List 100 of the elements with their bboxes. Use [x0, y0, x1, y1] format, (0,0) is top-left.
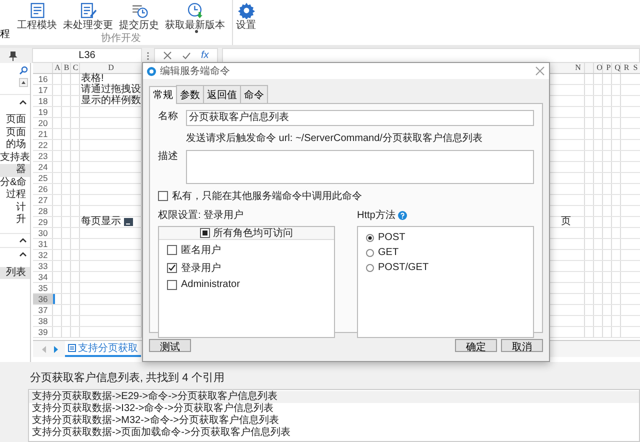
dialog-tab[interactable]: 参数: [176, 85, 204, 103]
row-number[interactable]: 39: [33, 327, 53, 337]
http-method-label: Http方法: [357, 208, 396, 222]
cell-name-box[interactable]: L36: [32, 48, 142, 63]
ribbon-button[interactable]: 工程模块: [14, 0, 60, 33]
name-field[interactable]: 分页获取客户信息列表: [186, 110, 534, 126]
column-header[interactable]: B: [62, 63, 71, 73]
chevron-up-icon[interactable]: [19, 251, 27, 257]
checkbox[interactable]: [158, 191, 168, 201]
row-number[interactable]: 35: [33, 283, 53, 293]
checkbox[interactable]: [167, 263, 177, 273]
ribbon-button[interactable]: 未处理变更: [60, 0, 116, 33]
row-number[interactable]: 24: [33, 162, 53, 172]
column-header[interactable]: P: [604, 63, 613, 73]
function-button[interactable]: fx: [201, 50, 209, 61]
row-number[interactable]: 27: [33, 195, 53, 205]
scroll-up-icon[interactable]: [19, 78, 28, 87]
ribbon-button[interactable]: 提交历史: [116, 0, 162, 33]
checkbox-label: 私有，只能在其他服务端命令中调用此命令: [172, 190, 362, 203]
row-number[interactable]: 19: [33, 107, 53, 117]
sidebar-item[interactable]: 器: [0, 164, 30, 176]
sheet-icon: [68, 344, 76, 352]
url-hint: 发送请求后触发命令 url: ~/ServerCommand/分页获取客户信息列表: [185, 132, 484, 145]
column-header[interactable]: N: [560, 63, 595, 73]
row-number[interactable]: 26: [33, 184, 53, 194]
close-button[interactable]: [535, 66, 545, 76]
row-number[interactable]: 36: [33, 294, 53, 304]
dialog-tab[interactable]: 返回值: [203, 85, 241, 103]
ribbon-button[interactable]: 程: [0, 0, 14, 45]
column-header[interactable]: S: [631, 63, 640, 73]
row-number[interactable]: 17: [33, 85, 53, 95]
sidebar-item[interactable]: 升: [0, 214, 30, 226]
row-number[interactable]: 31: [33, 239, 53, 249]
reference-item[interactable]: 支持分页获取数据->E29->命令->分页获取客户信息列表: [29, 391, 639, 403]
row-number[interactable]: 20: [33, 118, 53, 128]
chevron-up-icon[interactable]: [19, 237, 27, 243]
row-number[interactable]: 38: [33, 316, 53, 326]
dialog-tab[interactable]: 常规: [149, 86, 177, 104]
ok-button[interactable]: 确定: [455, 339, 497, 352]
sidebar-item[interactable]: 的场: [0, 139, 30, 152]
row-number[interactable]: 33: [33, 261, 53, 271]
sidebar-item[interactable]: 计: [0, 202, 30, 214]
column-header[interactable]: Q: [613, 63, 622, 73]
row-number[interactable]: 16: [33, 74, 53, 84]
row-number[interactable]: 25: [33, 173, 53, 183]
next-sheet-icon[interactable]: [53, 346, 59, 352]
role-label: 匿名用户: [181, 244, 221, 257]
role-label: Administrator: [181, 279, 240, 290]
column-header[interactable]: C: [71, 63, 80, 73]
dialog-tab[interactable]: 命令: [240, 85, 268, 103]
radio-button[interactable]: [366, 248, 374, 256]
sidebar-item[interactable]: 分&命: [0, 176, 30, 189]
radio-button[interactable]: [366, 264, 374, 272]
grip-icon[interactable]: [146, 50, 150, 60]
check-icon[interactable]: [182, 51, 191, 60]
row-number[interactable]: 37: [33, 305, 53, 315]
column-header[interactable]: R: [622, 63, 631, 73]
reference-item[interactable]: 支持分页获取数据->M32->命令->分页获取客户信息列表: [29, 415, 639, 427]
test-button[interactable]: 测试: [149, 339, 191, 352]
group-label: 协作开发: [101, 33, 141, 45]
checkbox[interactable]: [200, 228, 210, 238]
sidebar-item[interactable]: 过程: [0, 189, 30, 202]
radio-button[interactable]: [366, 234, 374, 242]
help-icon[interactable]: [398, 210, 408, 220]
column-header[interactable]: A: [53, 63, 62, 73]
sidebar-item[interactable]: 列表: [0, 266, 30, 279]
search-icon[interactable]: [19, 66, 28, 75]
column-header[interactable]: O: [595, 63, 604, 73]
cell-text: 页: [561, 216, 571, 227]
row-number[interactable]: 34: [33, 272, 53, 282]
column-header[interactable]: D: [80, 63, 142, 73]
row-number[interactable]: 18: [33, 96, 53, 106]
cancel-icon[interactable]: [163, 51, 172, 60]
sidebar-item[interactable]: 支持表: [0, 152, 30, 164]
row-number[interactable]: 21: [33, 129, 53, 139]
settings-button[interactable]: 设置: [233, 0, 259, 33]
formula-input[interactable]: [222, 48, 640, 63]
reference-item[interactable]: 支持分页获取数据->I32->命令->分页获取客户信息列表: [29, 403, 639, 415]
sidebar-item[interactable]: 页面: [0, 126, 30, 139]
row-number[interactable]: 30: [33, 228, 53, 238]
cancel-button[interactable]: 取消: [501, 339, 543, 352]
row-number[interactable]: 29: [33, 217, 53, 227]
reference-item[interactable]: 支持分页获取数据->页面加载命令->分页获取客户信息列表: [29, 427, 639, 439]
checkbox[interactable]: [167, 280, 177, 290]
sheet-tab[interactable]: 支持分页获取: [65, 341, 141, 357]
chevron-up-icon[interactable]: [19, 98, 27, 104]
sidebar-item[interactable]: 页面: [0, 114, 30, 126]
role-label: 登录用户: [181, 262, 221, 275]
ribbon-button[interactable]: 获取最新版本: [162, 0, 228, 33]
field-label: 名称: [158, 110, 179, 123]
radio-label: GET: [378, 247, 399, 258]
row-number[interactable]: 22: [33, 140, 53, 150]
row-number[interactable]: 23: [33, 151, 53, 161]
row-number[interactable]: 28: [33, 206, 53, 216]
checkbox[interactable]: [167, 245, 177, 255]
active-cell-marker: [53, 294, 55, 304]
row-number[interactable]: 32: [33, 250, 53, 260]
description-field[interactable]: [186, 150, 534, 184]
field-label: 描述: [158, 150, 179, 163]
pin-icon[interactable]: [8, 50, 18, 60]
